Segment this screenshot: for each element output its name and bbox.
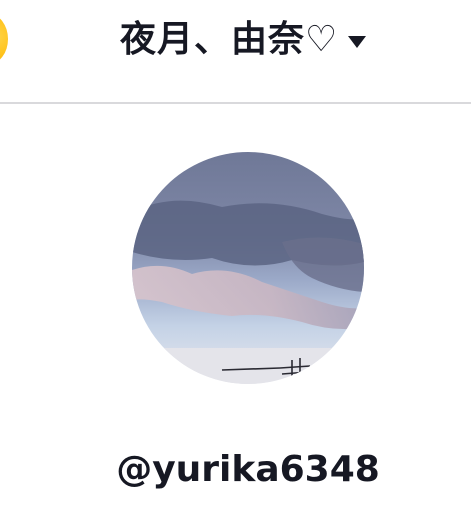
- coin-icon[interactable]: [0, 14, 8, 64]
- username: @yurika6348: [116, 449, 380, 490]
- profile-page: 夜月、由奈♡ @yurika6348: [0, 0, 471, 512]
- account-switcher[interactable]: 夜月、由奈♡: [120, 12, 367, 68]
- avatar[interactable]: [132, 152, 364, 384]
- avatar-image: [132, 152, 364, 384]
- account-title: 夜月、由奈♡: [120, 19, 339, 60]
- chevron-down-icon: [348, 36, 367, 48]
- profile-header: 夜月、由奈♡: [0, 0, 471, 104]
